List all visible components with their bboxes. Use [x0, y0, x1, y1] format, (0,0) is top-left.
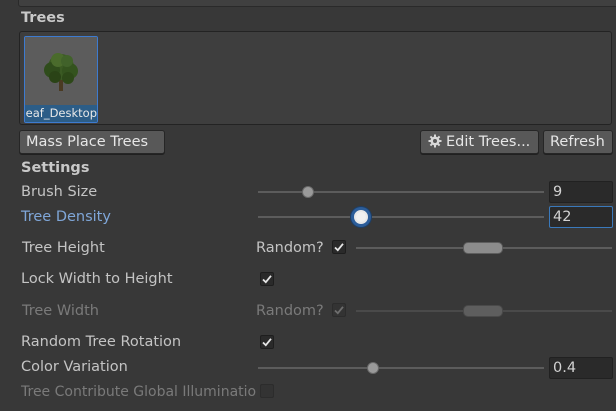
tree-height-label: Tree Height	[22, 240, 105, 256]
color-variation-field[interactable]: 0.4	[549, 357, 613, 379]
tree-thumbnail-icon	[25, 37, 97, 105]
tree-width-random-checkbox	[332, 303, 346, 317]
lock-width-label: Lock Width to Height	[21, 271, 173, 287]
tree-density-label: Tree Density	[21, 209, 111, 225]
gear-icon	[428, 133, 442, 155]
checkmark-icon	[334, 243, 344, 252]
checkmark-icon	[262, 338, 272, 347]
checkmark-icon	[262, 275, 272, 284]
tree-height-random-checkbox[interactable]	[332, 240, 346, 254]
refresh-button[interactable]: Refresh	[543, 130, 613, 154]
brush-size-field[interactable]: 9	[549, 181, 613, 203]
settings-section-title: Settings	[21, 160, 90, 176]
tree-prototype-panel[interactable]	[19, 31, 612, 125]
random-rotation-label: Random Tree Rotation	[21, 334, 182, 350]
global-illumination-checkbox	[260, 384, 274, 398]
tree-height-range-handle[interactable]	[463, 242, 503, 254]
random-rotation-checkbox[interactable]	[260, 335, 274, 349]
brush-size-slider-track[interactable]	[258, 191, 544, 193]
tree-height-random-label: Random?	[256, 240, 324, 256]
tree-density-slider-thumb[interactable]	[354, 210, 368, 224]
tree-width-range-handle	[463, 305, 503, 317]
tree-width-random-label: Random?	[256, 303, 324, 319]
color-variation-slider-thumb[interactable]	[367, 362, 379, 374]
brush-size-slider-thumb[interactable]	[302, 186, 314, 198]
global-illumination-label: Tree Contribute Global Illuminatio	[21, 384, 257, 400]
mass-place-trees-button[interactable]: Mass Place Trees	[19, 130, 165, 154]
edit-trees-label: Edit Trees...	[446, 134, 531, 150]
tree-density-slider-track[interactable]	[258, 216, 544, 218]
lock-width-checkbox[interactable]	[260, 272, 274, 286]
edit-trees-button[interactable]: Edit Trees...	[420, 130, 539, 154]
tree-prototype-thumbnail[interactable]: Broadleaf_Desktop	[24, 36, 98, 123]
trees-section-title: Trees	[21, 10, 65, 26]
color-variation-slider-track[interactable]	[258, 367, 544, 369]
tree-prototype-name: Broadleaf_Desktop	[25, 105, 97, 122]
brush-size-label: Brush Size	[21, 184, 98, 200]
tree-density-field[interactable]: 42	[549, 206, 613, 228]
previous-panel-edge	[18, 0, 616, 7]
color-variation-label: Color Variation	[21, 359, 128, 375]
tree-width-label: Tree Width	[22, 303, 99, 319]
checkmark-icon	[334, 306, 344, 315]
